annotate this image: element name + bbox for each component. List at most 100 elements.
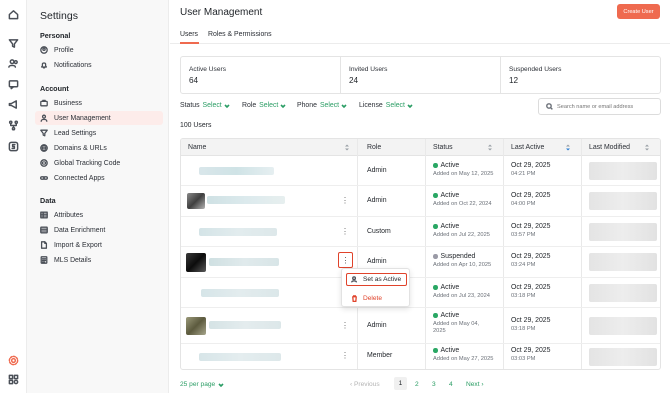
home-icon[interactable] bbox=[7, 8, 20, 21]
filter-value: Select bbox=[385, 102, 405, 109]
column-header-role[interactable]: Role bbox=[367, 144, 381, 151]
sidebar-item-domains[interactable]: Domains & URLs bbox=[35, 141, 163, 155]
tabs-divider bbox=[170, 43, 670, 44]
last-active-cell: Oct 29, 2025 03:24 PM bbox=[511, 253, 550, 268]
stat-label: Suspended Users bbox=[509, 66, 562, 73]
settings-gear-icon[interactable] bbox=[7, 354, 20, 367]
sidebar-item-lead-settings[interactable]: Lead Settings bbox=[35, 126, 163, 140]
table-row[interactable]: ⋮ Admin Active Added on Oct 22, 2024 Oct… bbox=[181, 186, 660, 217]
pagination-next[interactable]: Next › bbox=[466, 381, 484, 388]
sidebar-item-connected-apps[interactable]: Connected Apps bbox=[35, 171, 163, 185]
apps-icon[interactable] bbox=[7, 373, 20, 386]
settings-title: Settings bbox=[40, 10, 78, 22]
pagination-previous[interactable]: ‹ Previous bbox=[350, 381, 380, 388]
status-dot bbox=[433, 193, 438, 198]
table-row[interactable]: ⋮ Member Active Added on May 27, 2025 Oc… bbox=[181, 344, 660, 369]
user-icon bbox=[40, 114, 48, 122]
column-header-last-active[interactable]: Last Active bbox=[511, 144, 544, 151]
chevron-down-icon bbox=[280, 103, 286, 109]
stat-value: 12 bbox=[509, 76, 519, 85]
search-box[interactable] bbox=[538, 98, 661, 115]
table-row[interactable]: Admin Active Added on May 12, 2025 Oct 2… bbox=[181, 156, 660, 186]
status-cell: Active Added on May 04, 2025 bbox=[433, 312, 479, 334]
sidebar-item-label: Data Enrichment bbox=[54, 226, 106, 234]
blurred-last-modified bbox=[589, 253, 657, 271]
row-actions-kebab[interactable]: ⋮ bbox=[341, 196, 349, 206]
column-header-status[interactable]: Status bbox=[433, 144, 453, 151]
sort-icon[interactable] bbox=[344, 143, 350, 152]
page-4[interactable]: 4 bbox=[449, 381, 453, 388]
sidebar-item-label: Global Tracking Code bbox=[54, 159, 121, 167]
page-1[interactable]: 1 bbox=[394, 377, 407, 390]
stat-active-users: Active Users 64 bbox=[181, 57, 341, 93]
sidebar-item-import-export[interactable]: Import & Export bbox=[35, 238, 163, 252]
table-header: Name Role Status Last Active Last Modifi… bbox=[181, 139, 660, 156]
sort-icon[interactable] bbox=[487, 143, 493, 152]
added-date: Added on Apr 10, 2025 bbox=[433, 262, 492, 268]
filter-value: Select bbox=[259, 102, 279, 109]
sidebar-item-mls-details[interactable]: MLS Details bbox=[35, 253, 163, 267]
filter-label: Phone bbox=[297, 102, 317, 109]
tab-users[interactable]: Users bbox=[180, 31, 198, 38]
workflow-icon[interactable] bbox=[7, 119, 20, 132]
table-row[interactable]: ⋮ Custom Active Added on Jul 22, 2025 Oc… bbox=[181, 217, 660, 247]
trash-icon bbox=[352, 295, 357, 302]
page-3[interactable]: 3 bbox=[432, 381, 436, 388]
page-2[interactable]: 2 bbox=[415, 381, 419, 388]
stat-value: 24 bbox=[349, 76, 359, 85]
sidebar-item-notifications[interactable]: Notifications bbox=[35, 58, 163, 72]
row-actions-kebab[interactable]: ⋮ bbox=[341, 321, 349, 331]
status-label: Suspended bbox=[440, 253, 476, 260]
search-input[interactable] bbox=[557, 103, 657, 110]
table-row[interactable]: Active Added on Jul 23, 2024 Oct 29, 202… bbox=[181, 278, 660, 308]
last-active-date: Oct 29, 2025 bbox=[511, 347, 551, 354]
sidebar-item-label: User Management bbox=[54, 114, 111, 122]
status-cell: Active Added on May 27, 2025 bbox=[433, 347, 493, 362]
sidebar-item-profile[interactable]: Profile bbox=[35, 43, 163, 57]
link-icon bbox=[40, 174, 48, 182]
table-row[interactable]: Admin Suspended Added on Apr 10, 2025 Oc… bbox=[181, 247, 660, 278]
last-active-cell: Oct 29, 2025 03:18 PM bbox=[511, 284, 550, 299]
megaphone-icon[interactable] bbox=[7, 98, 20, 111]
chat-icon[interactable] bbox=[7, 78, 20, 91]
filter-label: Role bbox=[242, 102, 257, 109]
avatar bbox=[186, 253, 206, 272]
create-user-button[interactable]: Create User bbox=[617, 4, 660, 19]
column-header-last-modified[interactable]: Last Modified bbox=[589, 144, 630, 151]
filter-phone[interactable]: Phone Select bbox=[297, 102, 347, 109]
contacts-icon[interactable] bbox=[7, 57, 20, 70]
menu-item-set-active[interactable]: Set as Active bbox=[346, 273, 407, 286]
chevron-down-icon bbox=[224, 103, 230, 109]
sidebar-item-business[interactable]: Business bbox=[35, 96, 163, 110]
funnel-icon[interactable] bbox=[7, 37, 20, 50]
table-row[interactable]: ⋮ Admin Active Added on May 04, 2025 Oct… bbox=[181, 308, 660, 344]
row-actions-kebab[interactable]: ⋮ bbox=[341, 227, 349, 237]
row-actions-kebab[interactable]: ⋮ bbox=[341, 351, 349, 361]
sidebar-item-attributes[interactable]: Attributes bbox=[35, 208, 163, 222]
sort-desc-icon[interactable] bbox=[565, 143, 571, 152]
menu-item-delete[interactable]: Delete bbox=[346, 292, 407, 305]
filter-role[interactable]: Role Select bbox=[242, 102, 286, 109]
filter-license[interactable]: License Select bbox=[359, 102, 413, 109]
blurred-last-modified bbox=[589, 223, 657, 241]
status-dot bbox=[433, 313, 438, 318]
sort-icon[interactable] bbox=[644, 143, 650, 152]
dollar-icon[interactable] bbox=[7, 140, 20, 153]
sidebar-item-tracking-code[interactable]: Global Tracking Code bbox=[35, 156, 163, 170]
sidebar-item-data-enrichment[interactable]: Data Enrichment bbox=[35, 223, 163, 237]
filter-status[interactable]: Status Select bbox=[180, 102, 230, 109]
blurred-name bbox=[199, 353, 281, 361]
sidebar-item-user-management[interactable]: User Management bbox=[35, 111, 163, 125]
added-date: Added on Jul 23, 2024 bbox=[433, 293, 490, 299]
column-header-name[interactable]: Name bbox=[188, 144, 206, 151]
user-circle-icon bbox=[40, 46, 48, 54]
chevron-down-icon bbox=[341, 103, 347, 109]
globe-icon bbox=[40, 144, 48, 152]
tab-roles-permissions[interactable]: Roles & Permissions bbox=[208, 31, 272, 38]
per-page-select[interactable]: 25 per page bbox=[180, 381, 224, 388]
filter-value: Select bbox=[202, 102, 222, 109]
last-active-time: 04:00 PM bbox=[511, 201, 536, 207]
row-actions-kebab-highlighted[interactable]: ⋮ bbox=[338, 252, 353, 268]
last-active-cell: Oct 29, 2025 03:03 PM bbox=[511, 347, 550, 362]
sidebar-item-label: Import & Export bbox=[54, 241, 102, 249]
